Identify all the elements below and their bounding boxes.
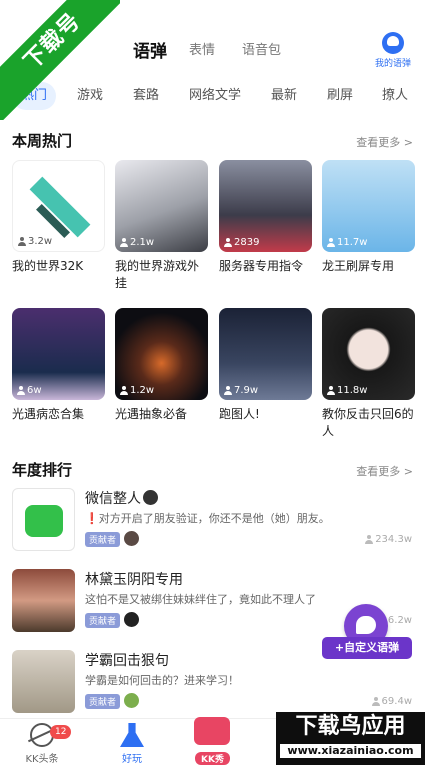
pack-card[interactable]: 1.2w 光遇抽象必备 <box>115 308 208 423</box>
tab-emoji[interactable]: 表情 <box>189 39 215 58</box>
contributor-avatar[interactable] <box>124 693 139 708</box>
user-icon <box>365 535 374 544</box>
tab-yudan[interactable]: 语弹 <box>133 37 167 63</box>
pack-title: 光遇病恋合集 <box>12 407 85 421</box>
pack-count: 2839 <box>234 237 260 248</box>
top-tab-bar: 语弹 表情 语音包 <box>0 30 425 70</box>
yearly-more-link[interactable]: 查看更多 > <box>356 463 413 479</box>
weekly-hot-title: 本周热门 <box>12 132 73 150</box>
kk-show-label: KK秀 <box>195 752 230 765</box>
pack-card[interactable]: 6w 光遇病恋合集 <box>12 308 105 423</box>
rank-thumbnail <box>12 569 75 632</box>
rank-desc: ❗对方开启了朋友验证，你还不是他（她）朋友。 <box>85 512 330 525</box>
rank-count: 69.4w <box>371 696 412 707</box>
user-icon <box>327 238 335 247</box>
pack-count: 7.9w <box>234 385 259 396</box>
my-yudan-button[interactable]: 我的语弹 <box>371 32 415 69</box>
tab-voice-pack[interactable]: 语音包 <box>242 39 281 58</box>
pack-title: 服务器专用指令 <box>219 259 304 273</box>
rank-title: 学霸回击狠句 <box>85 653 169 669</box>
my-yudan-label: 我的语弹 <box>374 59 411 69</box>
pack-count: 3.2w <box>28 236 53 247</box>
pack-card[interactable]: 11.7w 龙王刷屏专用 <box>322 160 415 275</box>
pack-thumbnail: 2.1w <box>115 160 208 252</box>
pack-thumbnail: 1.2w <box>115 308 208 400</box>
pack-thumbnail: 11.8w <box>322 308 415 400</box>
pack-title: 教你反击只回6的人 <box>322 407 414 438</box>
pack-title: 跑图人! <box>219 407 260 421</box>
rank-thumbnail <box>12 488 75 551</box>
pack-count: 6w <box>27 385 42 396</box>
flask-icon <box>120 723 144 747</box>
user-icon <box>224 238 232 247</box>
category-tabs: 热门 游戏 套路 网络文学 最新 刷屏 撩人 <box>0 82 425 114</box>
unread-badge: 12 <box>50 725 72 739</box>
category-hot[interactable]: 热门 <box>12 82 57 110</box>
brand-watermark-text: 下载鸟应用 <box>295 714 406 739</box>
category-routine[interactable]: 套路 <box>133 82 159 110</box>
pack-card[interactable]: 11.8w 教你反击只回6的人 <box>322 308 415 440</box>
pack-thumbnail: 2839 <box>219 160 312 252</box>
user-icon <box>327 386 335 395</box>
wechat-icon <box>25 505 63 537</box>
category-web-novel[interactable]: 网络文学 <box>189 82 241 110</box>
user-icon <box>18 237 26 246</box>
rank-title: 林黛玉阴阳专用 <box>85 572 183 588</box>
user-icon <box>120 386 128 395</box>
rank-desc: 学霸是如何回击的？进来学习！ <box>85 674 239 687</box>
nav-label: KK头条 <box>25 754 59 765</box>
pack-card[interactable]: 3.2w 我的世界32K <box>12 160 105 275</box>
pack-thumbnail: 11.7w <box>322 160 415 252</box>
category-latest[interactable]: 最新 <box>271 82 297 110</box>
contributor-badge: 贡献者 <box>85 613 121 628</box>
custom-yudan-button[interactable]: +自定义语弹 <box>322 604 412 660</box>
pack-count: 2.1w <box>130 237 155 248</box>
message-bubble-icon <box>382 32 404 54</box>
contributor-avatar[interactable] <box>124 531 139 546</box>
pack-title: 我的世界32K <box>12 259 84 273</box>
pack-title: 龙王刷屏专用 <box>322 259 395 273</box>
pack-card[interactable]: 7.9w 跑图人! <box>219 308 312 423</box>
nav-kk-show[interactable] <box>182 717 242 745</box>
rank-title: 微信整人 <box>85 488 158 508</box>
pack-count: 11.8w <box>337 385 368 396</box>
pack-thumbnail: 3.2w <box>12 160 105 252</box>
pack-count: 1.2w <box>130 385 155 396</box>
user-icon <box>371 697 380 706</box>
emoji-icon <box>143 490 158 505</box>
category-flirt[interactable]: 撩人 <box>382 82 408 110</box>
custom-yudan-label: +自定义语弹 <box>322 637 412 659</box>
pack-count: 11.7w <box>337 237 368 248</box>
pack-thumbnail: 6w <box>12 308 105 400</box>
contributor-avatar[interactable] <box>124 612 139 627</box>
rank-count: 234.3w <box>365 534 412 545</box>
nav-fun[interactable]: 好玩 <box>102 723 162 765</box>
rank-desc: 这怕不是又被绑住妹妹绊住了，竟如此不理人了 <box>85 593 316 606</box>
yearly-rank-title: 年度排行 <box>12 461 73 479</box>
rank-item[interactable]: 学霸回击狠句 学霸是如何回击的？进来学习！ 贡献者 69.4w <box>12 650 412 718</box>
kk-show-avatar-icon <box>194 717 230 745</box>
category-game[interactable]: 游戏 <box>77 82 103 110</box>
nav-label: 好玩 <box>122 754 142 765</box>
contributor-badge: 贡献者 <box>85 532 121 547</box>
rank-thumbnail <box>12 650 75 713</box>
user-icon <box>17 386 25 395</box>
brand-watermark: 下载鸟应用 www.xiazainiao.com <box>276 712 425 765</box>
user-icon <box>120 238 128 247</box>
contributor-badge: 贡献者 <box>85 694 121 709</box>
category-spam[interactable]: 刷屏 <box>327 82 353 110</box>
rank-item[interactable]: 微信整人 ❗对方开启了朋友验证，你还不是他（她）朋友。 贡献者 234.3w <box>12 488 412 556</box>
pack-title: 我的世界游戏外挂 <box>115 259 200 290</box>
user-icon <box>224 386 232 395</box>
pack-title: 光遇抽象必备 <box>115 407 188 421</box>
brand-watermark-url: www.xiazainiao.com <box>280 744 421 758</box>
pack-card[interactable]: 2839 服务器专用指令 <box>219 160 312 275</box>
pack-card[interactable]: 2.1w 我的世界游戏外挂 <box>115 160 208 292</box>
pack-thumbnail: 7.9w <box>219 308 312 400</box>
weekly-more-link[interactable]: 查看更多 > <box>356 134 413 150</box>
